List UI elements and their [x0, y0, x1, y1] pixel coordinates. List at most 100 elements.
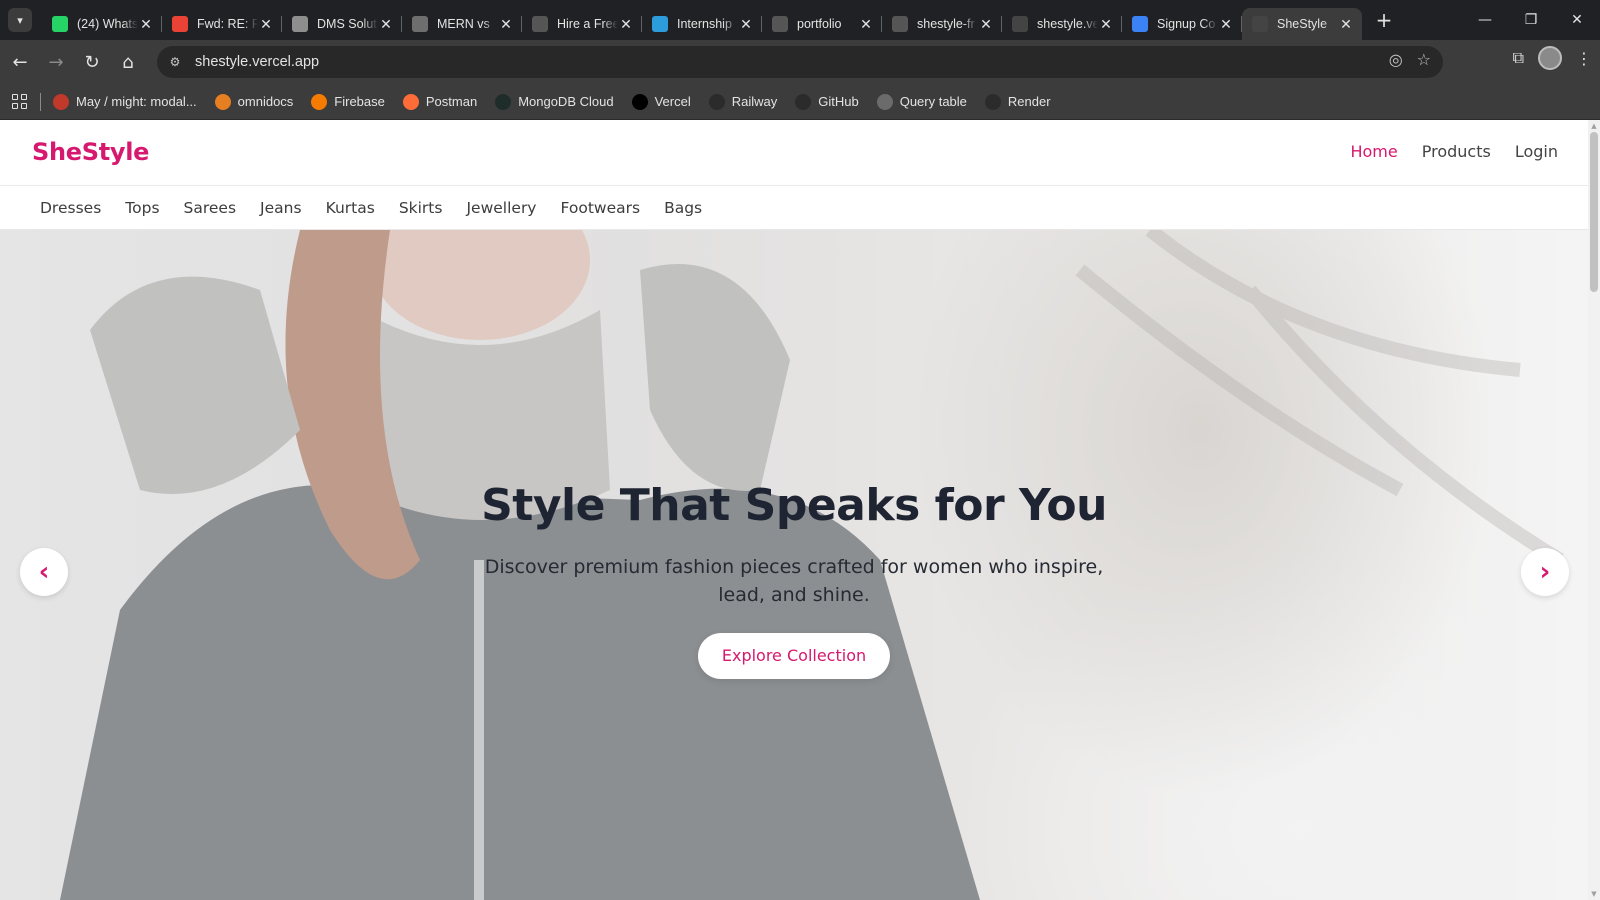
profile-avatar[interactable] — [1538, 46, 1562, 70]
close-tab-icon[interactable]: ✕ — [1338, 16, 1354, 33]
minimize-button[interactable]: — — [1462, 0, 1508, 40]
browser-tab[interactable]: MERN vs ✕ — [402, 8, 522, 40]
close-window-button[interactable]: ✕ — [1554, 0, 1600, 40]
tab-title: SheStyle — [1277, 17, 1328, 31]
category-link[interactable]: Jeans — [260, 199, 302, 217]
tab-title: MERN vs — [437, 17, 490, 31]
site-header: SheStyle Home Products Login — [0, 120, 1588, 186]
browser-tab[interactable]: Hire a Freelancer✕ — [522, 8, 642, 40]
nav-products-link[interactable]: Products — [1422, 142, 1491, 161]
bookmark-item[interactable]: Railway — [708, 93, 777, 110]
category-link[interactable]: Dresses — [40, 199, 101, 217]
tab-search-button[interactable]: ▾ — [8, 8, 32, 32]
page-scrollbar[interactable]: ▲ ▼ — [1588, 120, 1600, 900]
nav-login-link[interactable]: Login — [1515, 142, 1558, 161]
reload-button[interactable]: ↻ — [76, 46, 108, 78]
browser-tab[interactable]: DMS Solution✕ — [282, 8, 402, 40]
postman-icon — [402, 93, 419, 110]
carousel-next-button[interactable]: › — [1521, 548, 1569, 596]
browser-tab[interactable]: shestyle-fr ✕ — [882, 8, 1002, 40]
close-tab-icon[interactable]: ✕ — [618, 16, 634, 33]
site-info-icon[interactable]: ⚙ — [163, 50, 187, 74]
arrow-right-icon: → — [48, 51, 64, 73]
home-button[interactable]: ⌂ — [112, 46, 144, 78]
scroll-down-arrow[interactable]: ▼ — [1590, 890, 1598, 898]
arrow-left-icon: ← — [12, 51, 28, 73]
close-tab-icon[interactable]: ✕ — [1098, 16, 1114, 33]
apps-grid-icon[interactable] — [12, 93, 28, 110]
category-link[interactable]: Sarees — [184, 199, 237, 217]
bookmark-label: Vercel — [654, 94, 691, 109]
page-viewport: SheStyle Home Products Login Dresses Tops… — [0, 120, 1600, 900]
category-link[interactable]: Kurtas — [326, 199, 375, 217]
brand-logo[interactable]: SheStyle — [32, 138, 149, 166]
bookmark-item[interactable]: GitHub — [795, 93, 859, 110]
tab-strip: ▾ (24) WhatsApp✕Fwd: RE: Re✕DMS Solution… — [0, 0, 1600, 40]
bookmark-item[interactable]: MongoDB Cloud — [495, 93, 614, 110]
browser-tab[interactable]: SheStyle ✕ — [1242, 8, 1362, 40]
close-tab-icon[interactable]: ✕ — [738, 16, 754, 33]
bookmark-item[interactable]: Postman — [402, 93, 477, 110]
url-text[interactable]: shestyle.vercel.app — [195, 54, 319, 70]
close-tab-icon[interactable]: ✕ — [1218, 16, 1234, 33]
close-tab-icon[interactable]: ✕ — [858, 16, 874, 33]
browser-tab[interactable]: portfolio ✕ — [762, 8, 882, 40]
category-link[interactable]: Tops — [125, 199, 159, 217]
tab-title: (24) WhatsApp — [77, 17, 138, 31]
scroll-thumb[interactable] — [1590, 132, 1598, 292]
close-tab-icon[interactable]: ✕ — [138, 16, 154, 33]
close-tab-icon[interactable]: ✕ — [978, 16, 994, 33]
tab-title: Signup Co — [1157, 17, 1216, 31]
chevron-down-icon: ▾ — [17, 13, 23, 27]
star-icon[interactable]: ☆ — [1417, 50, 1431, 69]
bookmark-item[interactable]: May / might: modal... — [53, 93, 197, 110]
bookmark-item[interactable]: Query table — [876, 93, 967, 110]
home-icon: ⌂ — [122, 51, 134, 73]
hero-title: Style That Speaks for You — [481, 480, 1107, 531]
eye-off-icon[interactable]: ◎ — [1389, 50, 1403, 69]
category-link[interactable]: Footwears — [560, 199, 640, 217]
browser-tab[interactable]: Internship ✕ — [642, 8, 762, 40]
bookmarks-separator — [40, 92, 41, 111]
category-link[interactable]: Jewellery — [466, 199, 536, 217]
address-bar[interactable]: ⚙ shestyle.vercel.app ◎ ☆ — [157, 46, 1443, 78]
category-link[interactable]: Skirts — [399, 199, 443, 217]
category-link[interactable]: Bags — [664, 199, 702, 217]
bookmark-item[interactable]: omnidocs — [214, 93, 294, 110]
explore-collection-button[interactable]: Explore Collection — [697, 633, 891, 679]
back-button[interactable]: ← — [4, 46, 36, 78]
nav-home-link[interactable]: Home — [1350, 142, 1397, 161]
menu-icon[interactable]: ⋮ — [1576, 49, 1592, 68]
bookmark-item[interactable]: Render — [984, 93, 1051, 110]
mongodb-icon — [495, 93, 512, 110]
reload-icon: ↻ — [84, 51, 100, 73]
new-tab-button[interactable]: + — [1370, 6, 1398, 34]
restore-button[interactable]: ❐ — [1508, 0, 1554, 40]
hero-subtitle: Discover premium fashion pieces crafted … — [484, 556, 1104, 606]
close-tab-icon[interactable]: ✕ — [378, 16, 394, 33]
close-tab-icon[interactable]: ✕ — [258, 16, 274, 33]
chevron-right-icon: › — [1539, 557, 1551, 587]
bookmark-label: omnidocs — [237, 94, 294, 109]
tab-list: (24) WhatsApp✕Fwd: RE: Re✕DMS Solution✕M… — [42, 0, 1362, 40]
render-icon — [984, 93, 1001, 110]
hero-carousel: Style That Speaks for You Discover premi… — [0, 230, 1588, 900]
carousel-prev-button[interactable]: ‹ — [20, 548, 68, 596]
scroll-up-arrow[interactable]: ▲ — [1590, 122, 1598, 130]
extensions-icon[interactable]: ⧉ — [1513, 48, 1524, 68]
whatsapp-icon — [52, 16, 68, 32]
browser-tab[interactable]: Fwd: RE: Re✕ — [162, 8, 282, 40]
close-tab-icon[interactable]: ✕ — [498, 16, 514, 33]
bookmarks-bar: May / might: modal... omnidocs Firebase Pos… — [0, 84, 1600, 120]
bookmark-item[interactable]: Vercel — [631, 93, 691, 110]
bookmark-label: GitHub — [818, 94, 859, 109]
firebase-icon — [311, 93, 328, 110]
forward-button[interactable]: → — [40, 46, 72, 78]
bookmark-item[interactable]: Firebase — [311, 93, 385, 110]
browser-tab[interactable]: shestyle.vercel✕ — [1002, 8, 1122, 40]
browser-tab[interactable]: Signup Co ✕ — [1122, 8, 1242, 40]
bookmark-label: May / might: modal... — [76, 94, 197, 109]
shestyle-icon — [1012, 16, 1028, 32]
freelancer-icon — [532, 16, 548, 32]
browser-tab[interactable]: (24) WhatsApp✕ — [42, 8, 162, 40]
